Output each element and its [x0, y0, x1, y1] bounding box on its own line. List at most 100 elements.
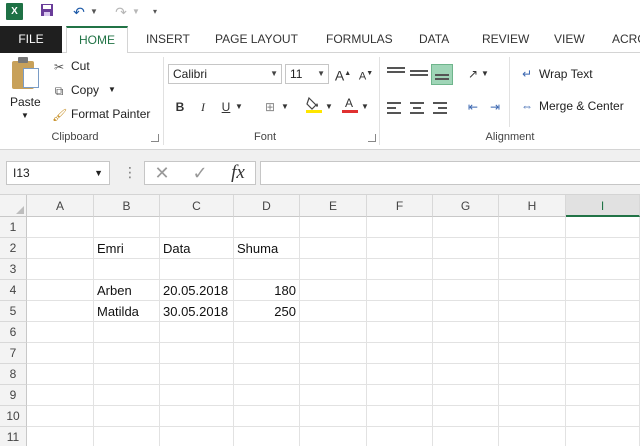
cell-a9[interactable]: [27, 385, 94, 406]
font-size-select[interactable]: 11 ▼: [285, 64, 329, 84]
tab-data[interactable]: DATA: [419, 26, 449, 53]
tab-file[interactable]: FILE: [0, 26, 62, 53]
cell-e8[interactable]: [300, 364, 367, 385]
tab-formulas[interactable]: FORMULAS: [326, 26, 393, 53]
cell-d6[interactable]: [234, 322, 300, 343]
cell-c7[interactable]: [160, 343, 234, 364]
cell-b10[interactable]: [94, 406, 160, 427]
borders-icon[interactable]: ⊞: [260, 97, 280, 117]
cell-i11[interactable]: [566, 427, 640, 446]
paste-icon[interactable]: [12, 57, 40, 89]
cell-h8[interactable]: [499, 364, 566, 385]
cell-h5[interactable]: [499, 301, 566, 322]
redo-icon[interactable]: ↷: [112, 3, 130, 21]
cell-f8[interactable]: [367, 364, 433, 385]
cell-e6[interactable]: [300, 322, 367, 343]
cell-e3[interactable]: [300, 259, 367, 280]
row-header-5[interactable]: 5: [0, 301, 27, 322]
tab-review[interactable]: REVIEW: [482, 26, 529, 53]
column-header-i[interactable]: I: [566, 195, 640, 217]
cell-g7[interactable]: [433, 343, 499, 364]
tab-acrobat[interactable]: ACRO: [612, 26, 640, 53]
row-header-2[interactable]: 2: [0, 238, 27, 259]
column-header-d[interactable]: D: [234, 195, 300, 217]
cell-b8[interactable]: [94, 364, 160, 385]
cell-h2[interactable]: [499, 238, 566, 259]
cell-i6[interactable]: [566, 322, 640, 343]
row-header-10[interactable]: 10: [0, 406, 27, 427]
font-color-icon[interactable]: A: [340, 95, 360, 115]
save-icon[interactable]: [38, 3, 56, 21]
font-name-select[interactable]: Calibri ▼: [168, 64, 282, 84]
cell-h1[interactable]: [499, 217, 566, 238]
cell-h7[interactable]: [499, 343, 566, 364]
cell-d2[interactable]: Shuma: [234, 238, 300, 259]
cell-e9[interactable]: [300, 385, 367, 406]
copy-dropdown-icon[interactable]: ▼: [108, 85, 116, 94]
cell-g4[interactable]: [433, 280, 499, 301]
cell-c2[interactable]: Data: [160, 238, 234, 259]
cell-d7[interactable]: [234, 343, 300, 364]
cell-a1[interactable]: [27, 217, 94, 238]
merge-center-icon[interactable]: ⇔: [520, 99, 534, 113]
cell-i2[interactable]: [566, 238, 640, 259]
align-right-icon[interactable]: [433, 99, 451, 117]
cell-b4[interactable]: Arben: [94, 280, 160, 301]
cell-d4[interactable]: 180: [234, 280, 300, 301]
cut-button[interactable]: Cut: [71, 59, 90, 73]
cell-i5[interactable]: [566, 301, 640, 322]
format-painter-button[interactable]: Format Painter: [71, 107, 150, 121]
fill-color-dropdown-icon[interactable]: ▼: [324, 97, 334, 117]
wrap-text-button[interactable]: Wrap Text: [539, 67, 593, 81]
paste-dropdown-icon[interactable]: ▼: [21, 111, 29, 120]
select-all-button[interactable]: [0, 195, 27, 217]
align-center-icon[interactable]: [410, 99, 428, 117]
cell-c9[interactable]: [160, 385, 234, 406]
cell-f5[interactable]: [367, 301, 433, 322]
customize-toolbar-icon[interactable]: ▾: [150, 3, 160, 21]
row-header-7[interactable]: 7: [0, 343, 27, 364]
cell-a5[interactable]: [27, 301, 94, 322]
cell-a10[interactable]: [27, 406, 94, 427]
cell-b11[interactable]: [94, 427, 160, 446]
bold-button[interactable]: B: [170, 97, 190, 117]
paste-button[interactable]: Paste: [10, 95, 41, 109]
column-header-e[interactable]: E: [300, 195, 367, 217]
cell-h4[interactable]: [499, 280, 566, 301]
font-color-dropdown-icon[interactable]: ▼: [360, 97, 370, 117]
cell-c10[interactable]: [160, 406, 234, 427]
column-header-a[interactable]: A: [27, 195, 94, 217]
cell-c6[interactable]: [160, 322, 234, 343]
cell-c3[interactable]: [160, 259, 234, 280]
cell-b2[interactable]: Emri: [94, 238, 160, 259]
cell-f4[interactable]: [367, 280, 433, 301]
cell-d1[interactable]: [234, 217, 300, 238]
row-header-1[interactable]: 1: [0, 217, 27, 238]
cell-h3[interactable]: [499, 259, 566, 280]
cell-f6[interactable]: [367, 322, 433, 343]
row-header-9[interactable]: 9: [0, 385, 27, 406]
cell-d11[interactable]: [234, 427, 300, 446]
cell-f10[interactable]: [367, 406, 433, 427]
underline-button[interactable]: U: [216, 97, 236, 117]
tab-home[interactable]: HOME: [66, 26, 128, 54]
tab-page-layout[interactable]: PAGE LAYOUT: [215, 26, 298, 53]
middle-align-icon[interactable]: [410, 65, 428, 83]
shrink-font-button[interactable]: A▼: [356, 64, 376, 84]
copy-button[interactable]: Copy: [71, 83, 99, 97]
column-header-f[interactable]: F: [367, 195, 433, 217]
cell-g2[interactable]: [433, 238, 499, 259]
cell-h6[interactable]: [499, 322, 566, 343]
cell-i7[interactable]: [566, 343, 640, 364]
row-header-6[interactable]: 6: [0, 322, 27, 343]
row-header-3[interactable]: 3: [0, 259, 27, 280]
cell-e7[interactable]: [300, 343, 367, 364]
wrap-text-icon[interactable]: ↵: [520, 67, 534, 81]
cell-d10[interactable]: [234, 406, 300, 427]
cell-b3[interactable]: [94, 259, 160, 280]
cell-e1[interactable]: [300, 217, 367, 238]
name-box[interactable]: I13 ▼: [6, 161, 110, 185]
cell-i10[interactable]: [566, 406, 640, 427]
clipboard-launcher-icon[interactable]: [151, 134, 159, 142]
cell-h9[interactable]: [499, 385, 566, 406]
